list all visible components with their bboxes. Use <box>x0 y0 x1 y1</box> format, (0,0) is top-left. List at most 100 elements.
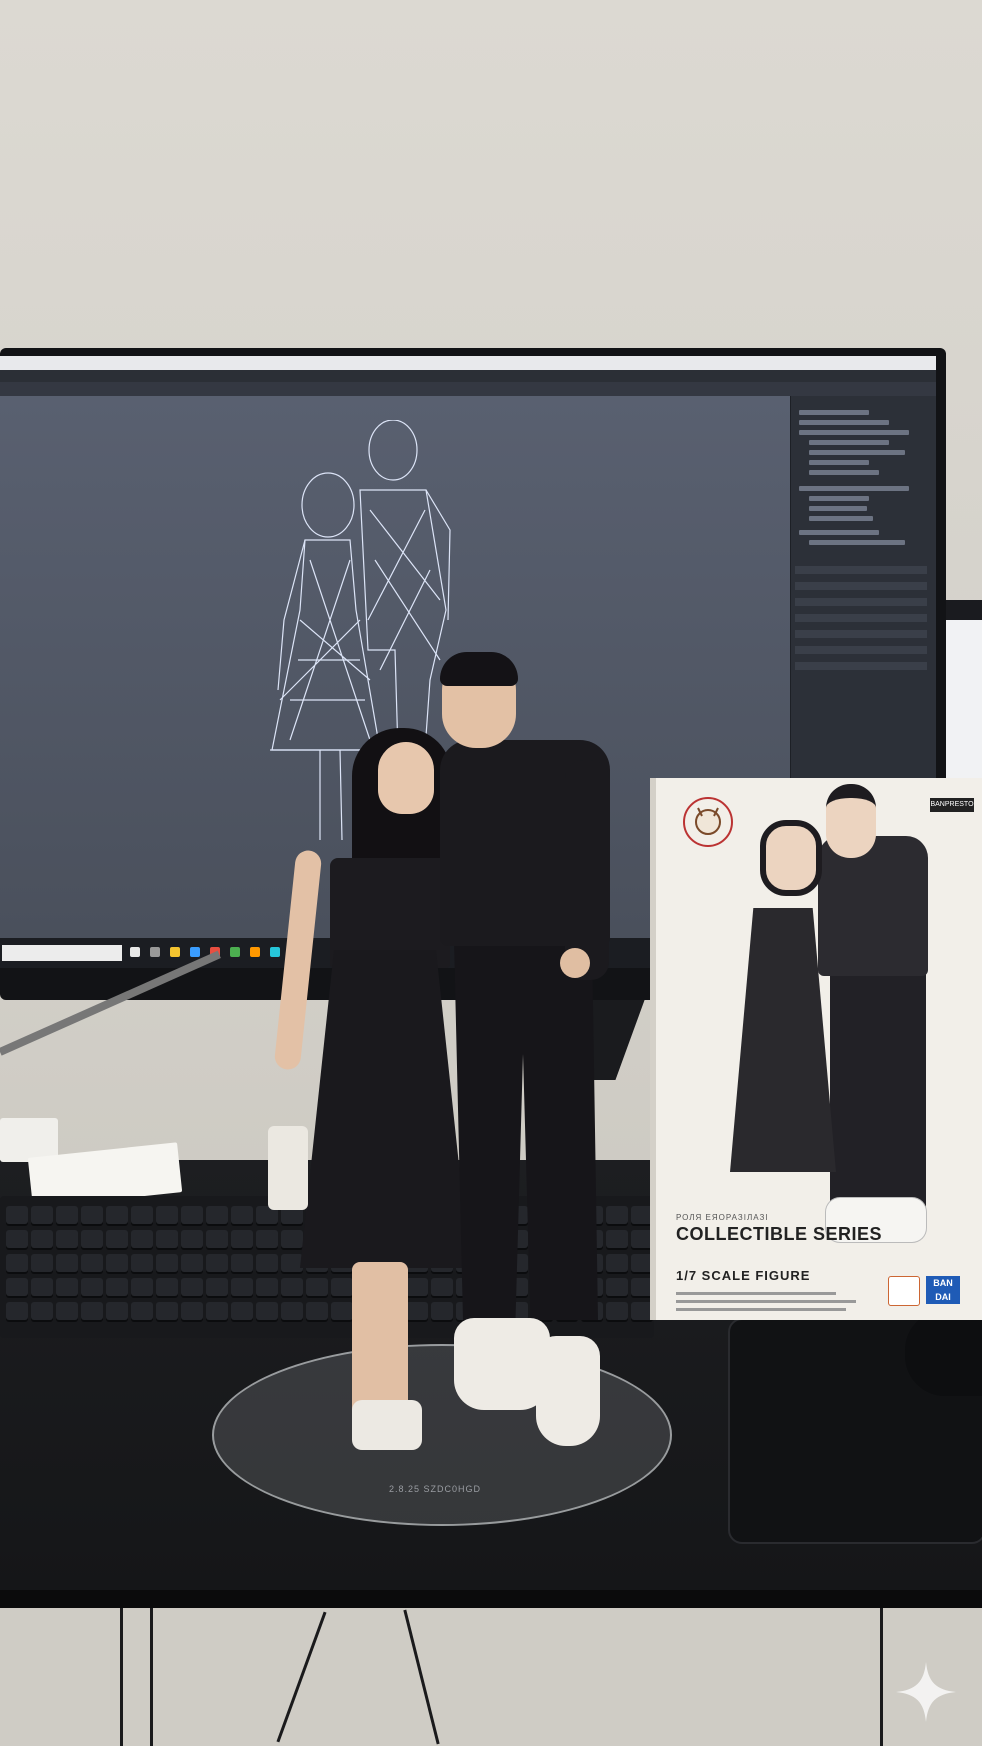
keyboard-key[interactable] <box>131 1230 153 1248</box>
base-engraving: 2.8.25 SZDC0HGD <box>388 1484 482 1494</box>
keyboard-key[interactable] <box>206 1302 228 1320</box>
keyboard-key[interactable] <box>56 1278 78 1296</box>
keyboard-key[interactable] <box>431 1302 453 1320</box>
keyboard-key[interactable] <box>606 1302 628 1320</box>
app-menubar <box>0 370 936 382</box>
keyboard-key[interactable] <box>106 1254 128 1272</box>
keyboard-key[interactable] <box>231 1302 253 1320</box>
keyboard-key[interactable] <box>81 1230 103 1248</box>
box-scale-label: 1/7 SCALE FIGURE <box>676 1268 811 1283</box>
keyboard-key[interactable] <box>31 1254 53 1272</box>
keyboard-key[interactable] <box>606 1254 628 1272</box>
keyboard-key[interactable] <box>156 1230 178 1248</box>
keyboard-key[interactable] <box>331 1302 353 1320</box>
keyboard-key[interactable] <box>331 1278 353 1296</box>
taskview-icon[interactable] <box>150 947 160 957</box>
keyboard-key[interactable] <box>231 1254 253 1272</box>
keyboard-key[interactable] <box>31 1206 53 1224</box>
keyboard-key[interactable] <box>606 1278 628 1296</box>
keyboard-key[interactable] <box>156 1278 178 1296</box>
keyboard-key[interactable] <box>106 1206 128 1224</box>
keyboard-key[interactable] <box>131 1278 153 1296</box>
keyboard-key[interactable] <box>281 1230 303 1248</box>
keyboard-key[interactable] <box>81 1254 103 1272</box>
keyboard-key[interactable] <box>206 1206 228 1224</box>
keyboard-key[interactable] <box>406 1302 428 1320</box>
keyboard-key[interactable] <box>281 1302 303 1320</box>
keyboard-key[interactable] <box>31 1302 53 1320</box>
acrylic-base <box>212 1344 672 1526</box>
app-icon[interactable] <box>250 947 260 957</box>
keyboard-key[interactable] <box>156 1206 178 1224</box>
figure-man-hair <box>440 652 518 686</box>
app-icon[interactable] <box>270 947 280 957</box>
keyboard-key[interactable] <box>106 1230 128 1248</box>
keyboard-key[interactable] <box>256 1254 278 1272</box>
keyboard-key[interactable] <box>131 1206 153 1224</box>
keyboard-key[interactable] <box>181 1230 203 1248</box>
keyboard-key[interactable] <box>231 1230 253 1248</box>
keyboard-key[interactable] <box>431 1278 453 1296</box>
cable <box>120 1608 123 1746</box>
keyboard-key[interactable] <box>306 1302 328 1320</box>
keyboard-key[interactable] <box>156 1302 178 1320</box>
box-illustration-man-pants <box>830 970 926 1210</box>
keyboard-key[interactable] <box>231 1206 253 1224</box>
taskbar-search[interactable] <box>2 945 122 961</box>
box-fineprint <box>676 1308 846 1311</box>
keyboard-key[interactable] <box>281 1254 303 1272</box>
keyboard-key[interactable] <box>56 1230 78 1248</box>
mouse[interactable] <box>905 1310 982 1396</box>
secondary-monitor-screen <box>940 620 982 780</box>
keyboard-key[interactable] <box>131 1302 153 1320</box>
keyboard-key[interactable] <box>206 1278 228 1296</box>
keyboard-key[interactable] <box>31 1230 53 1248</box>
keyboard-key[interactable] <box>106 1302 128 1320</box>
keyboard-key[interactable] <box>606 1230 628 1248</box>
keyboard-key[interactable] <box>206 1254 228 1272</box>
app-icon[interactable] <box>190 947 200 957</box>
keyboard-key[interactable] <box>206 1230 228 1248</box>
keyboard-key[interactable] <box>181 1206 203 1224</box>
keyboard-key[interactable] <box>606 1206 628 1224</box>
keyboard-key[interactable] <box>106 1278 128 1296</box>
keyboard-key[interactable] <box>56 1206 78 1224</box>
box-fineprint <box>676 1300 856 1303</box>
keyboard-key[interactable] <box>6 1254 28 1272</box>
keyboard-key[interactable] <box>256 1302 278 1320</box>
keyboard-key[interactable] <box>81 1206 103 1224</box>
box-brand-top: BANPRESTO <box>930 798 974 812</box>
keyboard-key[interactable] <box>81 1302 103 1320</box>
app-toolbar <box>0 382 936 396</box>
app-icon[interactable] <box>230 947 240 957</box>
keyboard-key[interactable] <box>256 1230 278 1248</box>
keyboard-key[interactable] <box>306 1278 328 1296</box>
keyboard-key[interactable] <box>131 1254 153 1272</box>
keyboard-key[interactable] <box>231 1278 253 1296</box>
keyboard-key[interactable] <box>6 1278 28 1296</box>
figure-woman-face <box>378 742 434 814</box>
keyboard-key[interactable] <box>31 1278 53 1296</box>
box-title: COLLECTIBLE SERIES <box>676 1224 883 1244</box>
keyboard-key[interactable] <box>156 1254 178 1272</box>
gemini-sparkle-icon <box>896 1662 956 1722</box>
keyboard-key[interactable] <box>406 1278 428 1296</box>
figure-handbag <box>268 1126 308 1210</box>
keyboard-key[interactable] <box>56 1254 78 1272</box>
keyboard-key[interactable] <box>281 1278 303 1296</box>
start-icon[interactable] <box>130 947 140 957</box>
keyboard-key[interactable] <box>256 1278 278 1296</box>
figure-man-sneaker-right <box>536 1336 600 1446</box>
keyboard-key[interactable] <box>6 1206 28 1224</box>
keyboard-key[interactable] <box>181 1302 203 1320</box>
keyboard-key[interactable] <box>181 1278 203 1296</box>
keyboard-key[interactable] <box>6 1302 28 1320</box>
box-illustration-man-head <box>826 784 876 858</box>
keyboard-key[interactable] <box>181 1254 203 1272</box>
cable <box>880 1608 883 1746</box>
explorer-icon[interactable] <box>170 947 180 957</box>
keyboard-key[interactable] <box>56 1302 78 1320</box>
keyboard-key[interactable] <box>6 1230 28 1248</box>
box-brand-bottom: BAN DAI <box>926 1276 960 1304</box>
keyboard-key[interactable] <box>81 1278 103 1296</box>
